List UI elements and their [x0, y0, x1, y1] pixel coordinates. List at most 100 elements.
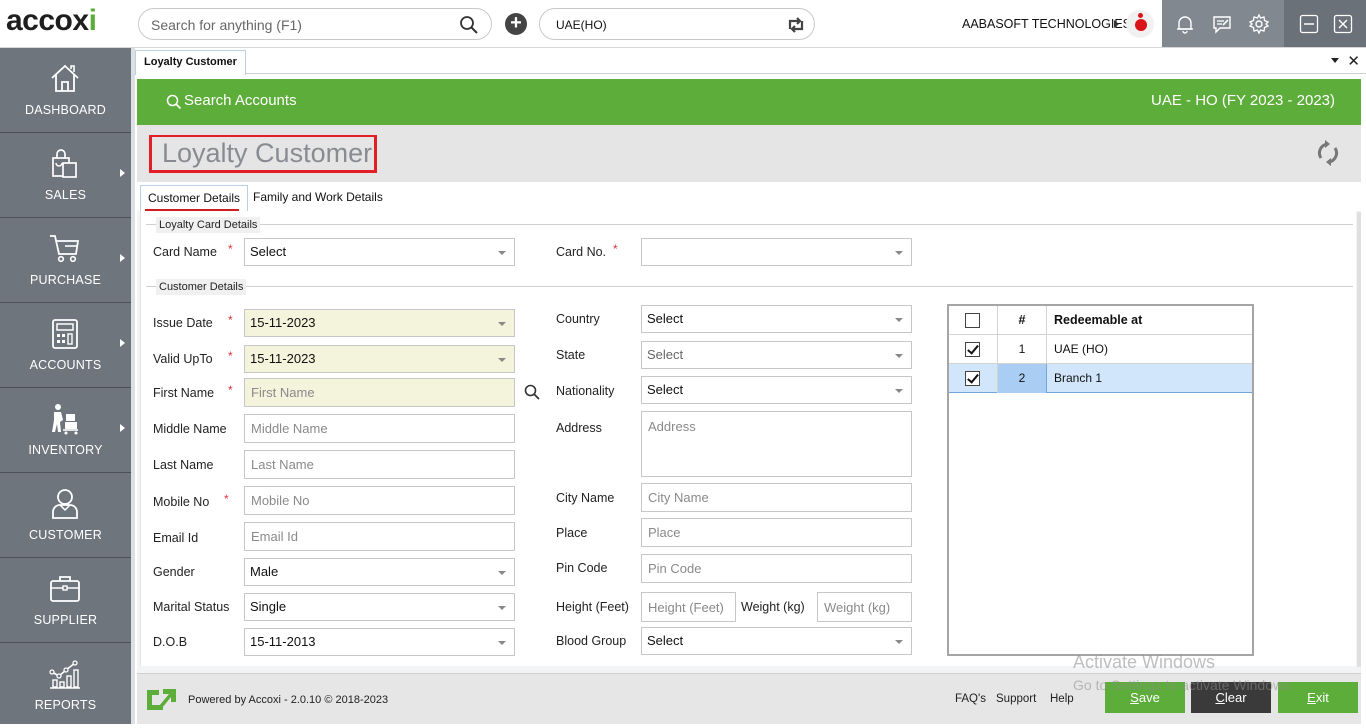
- bell-icon[interactable]: [1174, 13, 1196, 35]
- gender-select[interactable]: Male: [244, 558, 515, 586]
- submenu-caret-icon: [120, 424, 125, 432]
- pin-code-input[interactable]: [641, 554, 912, 583]
- last-name-input[interactable]: [244, 450, 515, 479]
- sidebar-label: DASHBOARD: [25, 103, 106, 117]
- search-icon[interactable]: [459, 15, 479, 35]
- country-select[interactable]: Select: [641, 305, 912, 333]
- redeemable-at-grid: # Redeemable at 1 UAE (HO) 2 Branch 1: [947, 304, 1254, 656]
- sidebar-label: ACCOUNTS: [29, 358, 102, 372]
- required-mark: *: [228, 242, 233, 256]
- country-label: Country: [556, 312, 600, 326]
- company-name[interactable]: AABASOFT TECHNOLOGIES: [962, 17, 1131, 31]
- mobile-no-label: Mobile No: [153, 495, 210, 509]
- submenu-caret-icon: [120, 254, 125, 262]
- support-link[interactable]: Support: [996, 693, 1036, 705]
- sidebar-item-accounts[interactable]: ACCOUNTS: [0, 303, 131, 388]
- state-select[interactable]: Select: [641, 341, 912, 369]
- sidebar-item-reports[interactable]: REPORTS: [0, 643, 131, 728]
- table-row[interactable]: 2 Branch 1: [949, 364, 1252, 393]
- required-mark: *: [228, 313, 233, 327]
- sidebar-item-customer[interactable]: CUSTOMER: [0, 473, 131, 558]
- faq-link[interactable]: FAQ's: [955, 693, 986, 705]
- global-search[interactable]: [138, 8, 492, 40]
- form-scrollbar[interactable]: [1357, 212, 1361, 667]
- refresh-icon[interactable]: [1313, 138, 1343, 168]
- chart-icon: [49, 660, 80, 689]
- home-icon: [51, 64, 79, 92]
- sidebar: DASHBOARD SALES PURCHASE ACCOUNTS INVENT…: [0, 48, 131, 724]
- address-input[interactable]: [641, 411, 912, 477]
- city-name-input[interactable]: [641, 483, 912, 512]
- valid-upto-picker[interactable]: 15-11-2023: [244, 345, 515, 373]
- chevron-down-icon: [895, 354, 903, 358]
- nationality-select[interactable]: Select: [641, 376, 912, 404]
- accoxi-logo: accoxi: [6, 4, 97, 38]
- doc-tab-loyalty-customer[interactable]: Loyalty Customer: [135, 50, 246, 75]
- message-icon[interactable]: [1211, 13, 1233, 35]
- weight-input[interactable]: [817, 592, 912, 622]
- middle-name-label: Middle Name: [153, 422, 227, 436]
- row-checkbox[interactable]: [965, 342, 980, 357]
- card-name-select[interactable]: Select: [244, 238, 515, 266]
- minimize-icon[interactable]: [1299, 14, 1319, 34]
- tab-customer-details[interactable]: Customer Details: [140, 185, 249, 212]
- card-no-select[interactable]: [641, 238, 912, 266]
- sidebar-label: REPORTS: [34, 698, 97, 712]
- activation-watermark-title: Activate Windows: [1073, 652, 1216, 672]
- dob-picker[interactable]: 15-11-2013: [244, 628, 515, 656]
- sidebar-item-supplier[interactable]: SUPPLIER: [0, 558, 131, 643]
- sidebar-item-purchase[interactable]: PURCHASE: [0, 218, 131, 303]
- cart-icon: [50, 235, 80, 263]
- chevron-down-icon: [498, 571, 506, 575]
- chevron-down-icon: [498, 322, 506, 326]
- row-checkbox[interactable]: [965, 371, 980, 386]
- calculator-icon: [52, 319, 78, 349]
- issue-date-picker[interactable]: 15-11-2023: [244, 309, 515, 337]
- search-icon[interactable]: [524, 384, 540, 400]
- brand-icon[interactable]: [1126, 10, 1154, 38]
- exit-label: xit: [1315, 690, 1329, 705]
- table-row[interactable]: 1 UAE (HO): [949, 335, 1252, 364]
- sidebar-gutter: [131, 48, 135, 724]
- select-all-checkbox[interactable]: [965, 313, 980, 328]
- company-caret-icon[interactable]: [1114, 20, 1119, 28]
- middle-name-input[interactable]: [244, 414, 515, 443]
- fiscal-year-context: UAE - HO (FY 2023 - 2023): [1151, 92, 1335, 109]
- sidebar-item-sales[interactable]: SALES: [0, 133, 131, 218]
- close-icon[interactable]: [1333, 14, 1353, 34]
- add-icon[interactable]: +: [505, 13, 527, 35]
- marital-status-label: Marital Status: [153, 600, 230, 614]
- column-header-redeemable-at: Redeemable at: [1054, 313, 1143, 327]
- close-tab-icon[interactable]: ✕: [1347, 52, 1360, 70]
- chevron-down-icon: [895, 640, 903, 644]
- top-bar: accoxi + UAE(HO) AABASOFT TECHNOLOGIES: [0, 0, 1366, 48]
- search-accounts-link[interactable]: Search Accounts: [184, 92, 297, 109]
- blood-group-select[interactable]: Select: [641, 627, 912, 655]
- place-input[interactable]: [641, 518, 912, 547]
- row-number: 1: [998, 335, 1047, 364]
- valid-upto-label: Valid UpTo: [153, 352, 213, 366]
- sidebar-label: SUPPLIER: [33, 613, 98, 627]
- tab-family-work-details[interactable]: Family and Work Details: [246, 185, 390, 212]
- accoxi-footer-logo: [147, 689, 176, 710]
- global-search-input[interactable]: [151, 15, 451, 35]
- marital-status-select[interactable]: Single: [244, 593, 515, 621]
- help-link[interactable]: Help: [1050, 693, 1074, 705]
- row-branch-name: Branch 1: [1054, 371, 1103, 385]
- sidebar-item-inventory[interactable]: INVENTORY: [0, 388, 131, 473]
- blood-group-label: Blood Group: [556, 634, 627, 648]
- mobile-no-input[interactable]: [244, 486, 515, 515]
- first-name-input[interactable]: [244, 378, 515, 407]
- swap-icon[interactable]: [786, 15, 806, 35]
- height-input[interactable]: [641, 592, 736, 622]
- sidebar-item-dashboard[interactable]: DASHBOARD: [0, 48, 131, 133]
- search-icon[interactable]: [166, 94, 182, 110]
- briefcase-icon: [50, 576, 80, 602]
- gear-icon[interactable]: [1248, 13, 1270, 35]
- email-id-input[interactable]: [244, 522, 515, 551]
- required-mark: *: [228, 349, 233, 363]
- powered-by-text: Powered by Accoxi - 2.0.10 © 2018-2023: [188, 694, 389, 706]
- tab-list-dropdown-icon[interactable]: [1331, 58, 1339, 63]
- toolbar-icons: [1162, 0, 1284, 47]
- branch-selector[interactable]: UAE(HO): [539, 8, 815, 40]
